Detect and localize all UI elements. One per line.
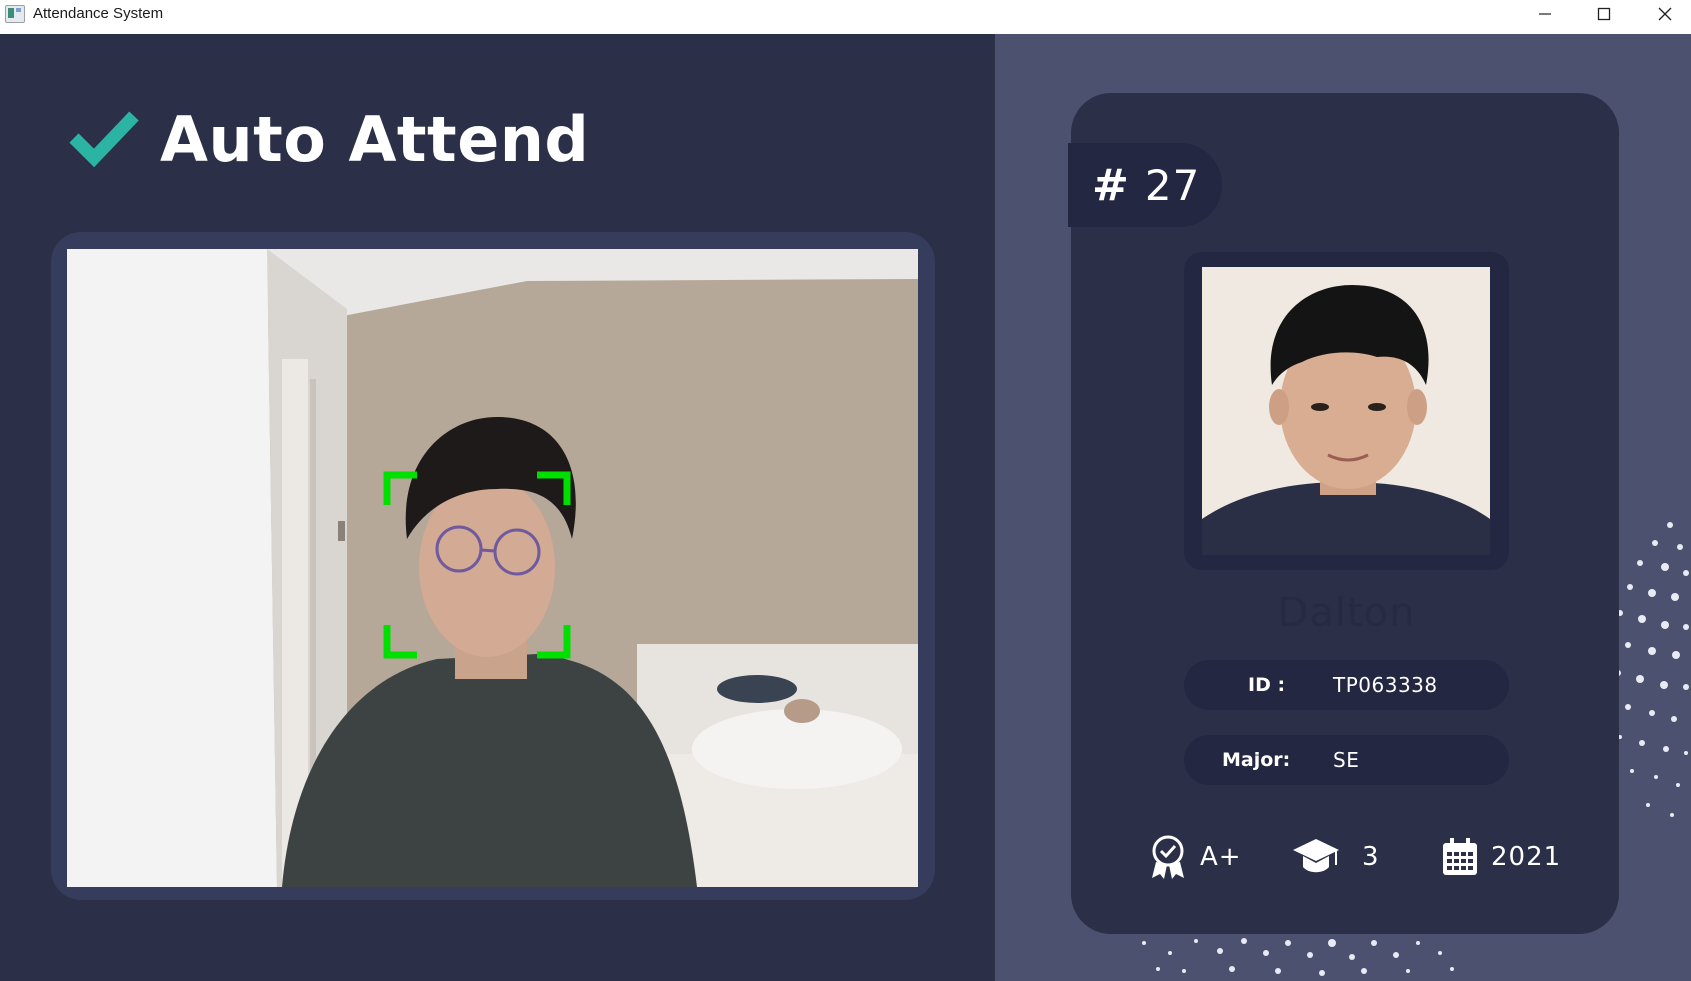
student-id-field: ID : TP063338 [1184,660,1509,710]
decorative-dots [1615,522,1689,817]
grade-stat: A+ [1148,832,1242,882]
window-title: Attendance System [33,5,164,22]
camera-feed [67,249,918,887]
hash-icon: # [1092,159,1129,211]
student-major-field: Major: SE [1184,735,1509,785]
attendance-count: 27 [1144,160,1201,210]
id-label: ID : [1248,674,1286,696]
minimize-icon [1539,13,1551,15]
grade-value: A+ [1200,842,1242,872]
calendar-icon [1443,838,1477,875]
award-ribbon-icon [1152,835,1184,879]
start-year-value: 2021 [1491,842,1562,872]
close-button[interactable] [1636,0,1691,28]
app-title: Auto Attend [160,103,590,176]
student-name: Dalton [1277,590,1416,636]
year-value: 3 [1362,842,1380,872]
start-year-stat: 2021 [1441,832,1561,882]
id-value: TP063338 [1333,673,1438,697]
decorative-dots [1142,938,1454,976]
graduation-cap-icon [1293,839,1339,873]
checkmark-icon [69,111,139,168]
window-titlebar: Attendance System [0,0,1691,34]
maximize-icon [1597,7,1611,21]
major-value: SE [1333,748,1360,772]
attendance-count-badge: # 27 [1068,143,1222,227]
close-icon [1658,7,1672,21]
student-photo [1202,267,1490,555]
app-icon [5,5,25,23]
minimize-button[interactable] [1516,0,1574,28]
major-label: Major: [1222,749,1291,771]
year-stat: 3 [1292,832,1380,882]
maximize-button[interactable] [1575,0,1633,28]
